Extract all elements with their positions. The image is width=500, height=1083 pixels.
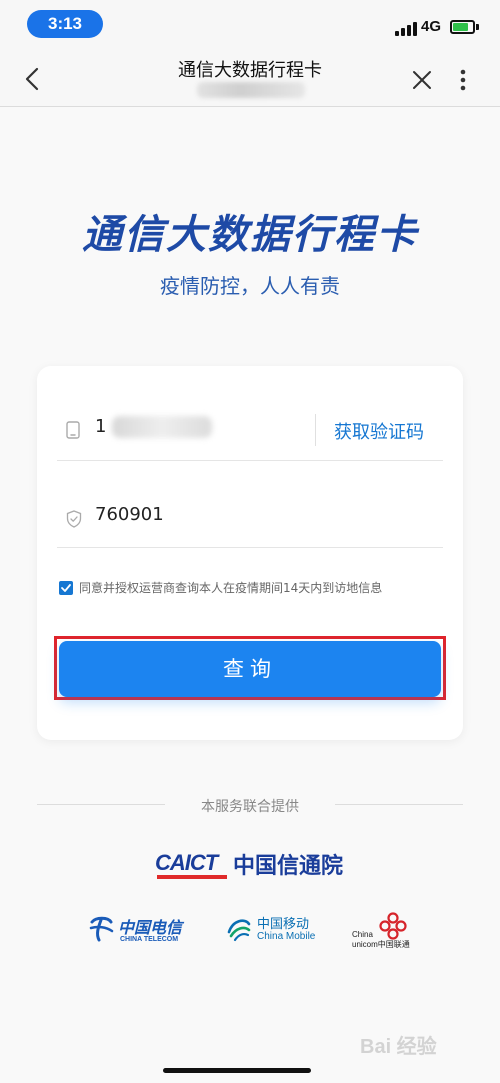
consent-row[interactable]: 同意并授权运营商查询本人在疫情期间14天内到访地信息 (57, 577, 443, 599)
status-bar: 3:13 4G (0, 0, 500, 52)
network-type: 4G (421, 18, 442, 35)
code-field[interactable]: 760901 (57, 483, 443, 548)
nav-bar: 通信大数据行程卡 (0, 52, 500, 107)
china-telecom-cn: 中国电信 (118, 918, 183, 937)
phone-redacted (112, 416, 212, 438)
field-divider (315, 414, 316, 446)
china-telecom-en: CHINA TELECOM (120, 936, 179, 943)
signal-icon (395, 22, 417, 36)
nav-subtitle-redacted (197, 82, 305, 98)
consent-checkbox[interactable] (59, 581, 73, 595)
china-unicom-logo: China unicom中国联通 (352, 912, 422, 956)
china-unicom-en: China (352, 930, 373, 939)
caict-logo-bar (157, 875, 227, 879)
hero-subtitle: 疫情防控，人人有责 (160, 274, 340, 298)
get-code-button[interactable]: 获取验证码 (334, 418, 424, 444)
caict-logo: CAICT 中国信通院 (155, 850, 355, 884)
partner-logos: 中国电信 CHINA TELECOM 中国移动 China Mobile Chi… (0, 912, 500, 962)
query-button[interactable]: 查询 (59, 641, 441, 697)
provided-by-text: 本服务联合提供 (201, 799, 299, 815)
caict-logo-cn: 中国信通院 (233, 854, 344, 879)
home-indicator[interactable] (163, 1068, 311, 1073)
china-unicom-cn: unicom中国联通 (352, 940, 410, 949)
china-telecom-logo: 中国电信 CHINA TELECOM (86, 912, 196, 956)
china-mobile-icon (227, 919, 251, 942)
baidu-watermark: Bai 经验 (360, 1036, 437, 1058)
china-mobile-logo: 中国移动 China Mobile (225, 912, 325, 956)
phone-icon (66, 421, 80, 439)
shield-icon (66, 510, 82, 528)
code-input-value[interactable]: 760901 (95, 504, 164, 525)
divider-right (335, 804, 463, 805)
more-vertical-icon[interactable] (455, 66, 471, 94)
status-time: 3:13 (27, 10, 103, 38)
battery-cap (476, 24, 479, 30)
phone-input-value[interactable]: 1 (95, 416, 106, 437)
query-form-card: 1 获取验证码 760901 同意并授权运营商查询本人在疫情期间14天内到访地信… (37, 366, 463, 740)
close-icon[interactable] (408, 66, 436, 94)
hero-title: 通信大数据行程卡 (82, 212, 418, 258)
china-unicom-icon (379, 912, 407, 940)
page-content: 通信大数据行程卡 疫情防控，人人有责 1 获取验证码 760901 同意并授权运… (0, 107, 500, 1083)
china-mobile-cn: 中国移动 (257, 917, 310, 932)
consent-text: 同意并授权运营商查询本人在疫情期间14天内到访地信息 (79, 581, 383, 595)
battery-icon (450, 20, 475, 34)
phone-field[interactable]: 1 获取验证码 (57, 396, 443, 461)
china-telecom-icon (89, 916, 114, 942)
caict-logo-en: CAICT (155, 850, 218, 875)
china-mobile-en: China Mobile (257, 931, 316, 942)
